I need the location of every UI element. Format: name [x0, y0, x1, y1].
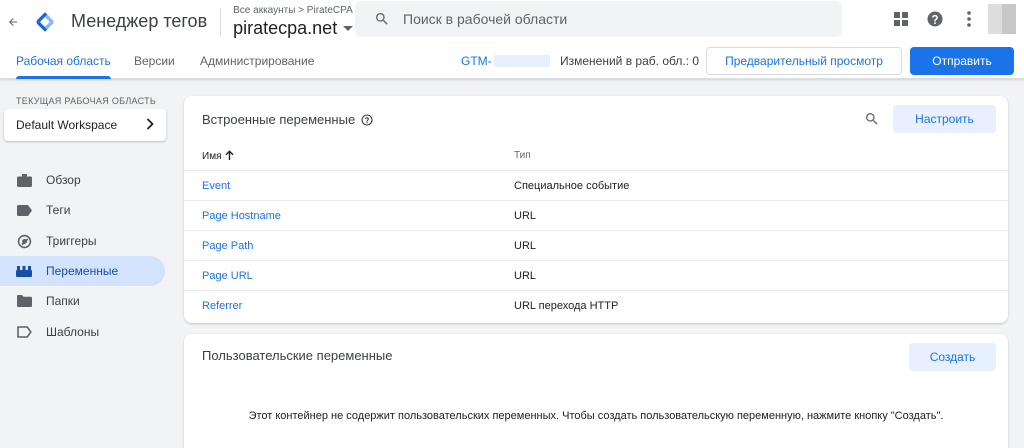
- tag-manager-logo-icon[interactable]: [32, 9, 58, 35]
- container-name: piratecpa.net: [233, 17, 338, 38]
- account-breadcrumb: Все аккаунты > PirateCPA: [233, 4, 353, 16]
- workspace-nav-bar: Рабочая область Версии Администрирование…: [0, 43, 1024, 79]
- column-header-name[interactable]: Имя: [202, 150, 234, 163]
- variable-type: URL: [514, 270, 537, 282]
- table-row[interactable]: Referrer URL перехода HTTP: [184, 291, 1008, 321]
- tab-versions[interactable]: Версии: [134, 43, 175, 79]
- container-id[interactable]: GTM-: [461, 43, 550, 79]
- top-app-bar: Менеджер тегов Все аккаунты > PirateCPA …: [0, 0, 1024, 43]
- workspace-selector[interactable]: Default Workspace: [4, 109, 166, 141]
- help-outline-icon[interactable]: [361, 113, 373, 126]
- variable-type: URL: [514, 210, 537, 222]
- sidebar-item-variables[interactable]: Переменные: [0, 256, 165, 286]
- submit-button[interactable]: Отправить: [910, 47, 1014, 75]
- apps-grid-icon[interactable]: [884, 2, 918, 36]
- trigger-icon: [16, 233, 32, 249]
- table-row[interactable]: Page Hostname URL: [184, 201, 1008, 231]
- column-header-type[interactable]: Тип: [514, 150, 531, 161]
- sidebar-item-label: Теги: [46, 203, 71, 217]
- variable-type: URL: [514, 240, 537, 252]
- user-variables-card: Пользовательские переменные Создать Этот…: [184, 334, 1008, 448]
- tab-admin[interactable]: Администрирование: [200, 43, 314, 79]
- search-icon: [373, 10, 391, 28]
- workspace-name: Default Workspace: [16, 118, 118, 132]
- current-workspace-label: Текущая рабочая область: [16, 96, 157, 106]
- header-divider: [220, 7, 222, 36]
- variable-name-link[interactable]: Event: [202, 171, 230, 201]
- sidebar-item-label: Переменные: [46, 264, 119, 278]
- variable-name-link[interactable]: Page URL: [202, 261, 253, 291]
- sidebar-item-folders[interactable]: Папки: [0, 286, 165, 316]
- table-search-icon[interactable]: [862, 109, 882, 129]
- sidebar-item-label: Папки: [46, 294, 80, 308]
- workspace-changes-count: Изменений в раб. обл.: 0: [560, 54, 700, 68]
- create-button[interactable]: Создать: [909, 343, 996, 371]
- sidebar-item-triggers[interactable]: Триггеры: [0, 226, 165, 256]
- variable-name-link[interactable]: Page Path: [202, 231, 253, 261]
- table-row[interactable]: Page Path URL: [184, 231, 1008, 261]
- folder-icon: [16, 293, 32, 309]
- preview-button[interactable]: Предварительный просмотр: [706, 47, 902, 75]
- variables-icon: [16, 263, 32, 279]
- chevron-right-icon: [146, 117, 154, 133]
- variable-name-link[interactable]: Page Hostname: [202, 201, 281, 231]
- sidebar-item-label: Обзор: [46, 173, 81, 187]
- sidebar-item-label: Шаблоны: [46, 325, 100, 339]
- configure-button[interactable]: Настроить: [893, 105, 996, 133]
- table-row[interactable]: Page URL URL: [184, 261, 1008, 291]
- container-switcher[interactable]: Все аккаунты > PirateCPA piratecpa.net: [233, 4, 354, 39]
- briefcase-icon: [16, 172, 32, 188]
- user-variables-title: Пользовательские переменные: [202, 348, 393, 363]
- container-id-redacted: [493, 55, 550, 67]
- workspace-search-box[interactable]: [355, 1, 842, 37]
- table-row[interactable]: Event Специальное событие: [184, 171, 1008, 201]
- builtin-variables-title: Встроенные переменные: [202, 112, 356, 127]
- help-icon[interactable]: [918, 2, 952, 36]
- more-vert-icon[interactable]: [952, 2, 986, 36]
- empty-state-message: Этот контейнер не содержит пользовательс…: [248, 410, 944, 422]
- sidebar-item-overview[interactable]: Обзор: [0, 165, 165, 195]
- back-arrow-icon[interactable]: [2, 0, 24, 43]
- tab-workspace[interactable]: Рабочая область: [16, 43, 111, 79]
- search-input[interactable]: [403, 11, 803, 27]
- builtin-variables-card: Встроенные переменные Настроить Имя Тип …: [184, 96, 1008, 323]
- account-avatar[interactable]: [988, 4, 1016, 34]
- product-name: Менеджер тегов: [71, 11, 208, 31]
- sidebar-item-label: Триггеры: [46, 234, 97, 248]
- variable-type: URL перехода HTTP: [514, 300, 619, 312]
- sidebar-item-templates[interactable]: Шаблоны: [0, 317, 165, 347]
- dropdown-caret-icon: [343, 26, 354, 31]
- sidebar-item-tags[interactable]: Теги: [0, 195, 165, 225]
- variable-name-link[interactable]: Referrer: [202, 291, 242, 321]
- container-id-prefix: GTM-: [461, 54, 492, 68]
- sort-arrow-up-icon: [225, 150, 234, 163]
- tag-icon: [16, 202, 32, 218]
- template-icon: [16, 324, 32, 340]
- variable-type: Специальное событие: [514, 180, 630, 192]
